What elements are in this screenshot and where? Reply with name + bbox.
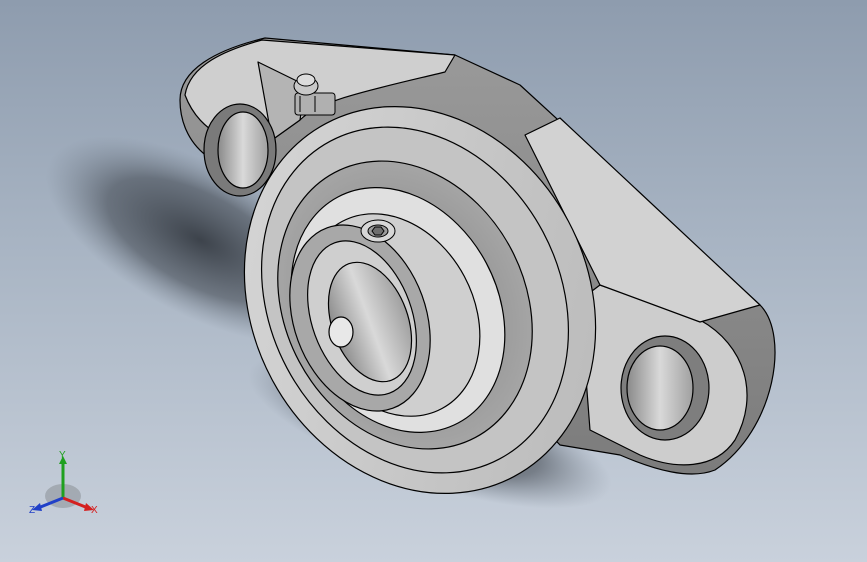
triad-z-label: Z — [29, 505, 36, 516]
triad-x-label: X — [91, 505, 98, 516]
mounting-hole-left[interactable] — [203, 103, 277, 197]
triad-y-label: Y — [59, 450, 66, 461]
model-scene[interactable] — [0, 0, 867, 562]
set-screw[interactable] — [360, 219, 396, 243]
mounting-hole-right[interactable] — [620, 335, 710, 441]
graphics-viewport[interactable]: Y X Z — [0, 0, 867, 562]
